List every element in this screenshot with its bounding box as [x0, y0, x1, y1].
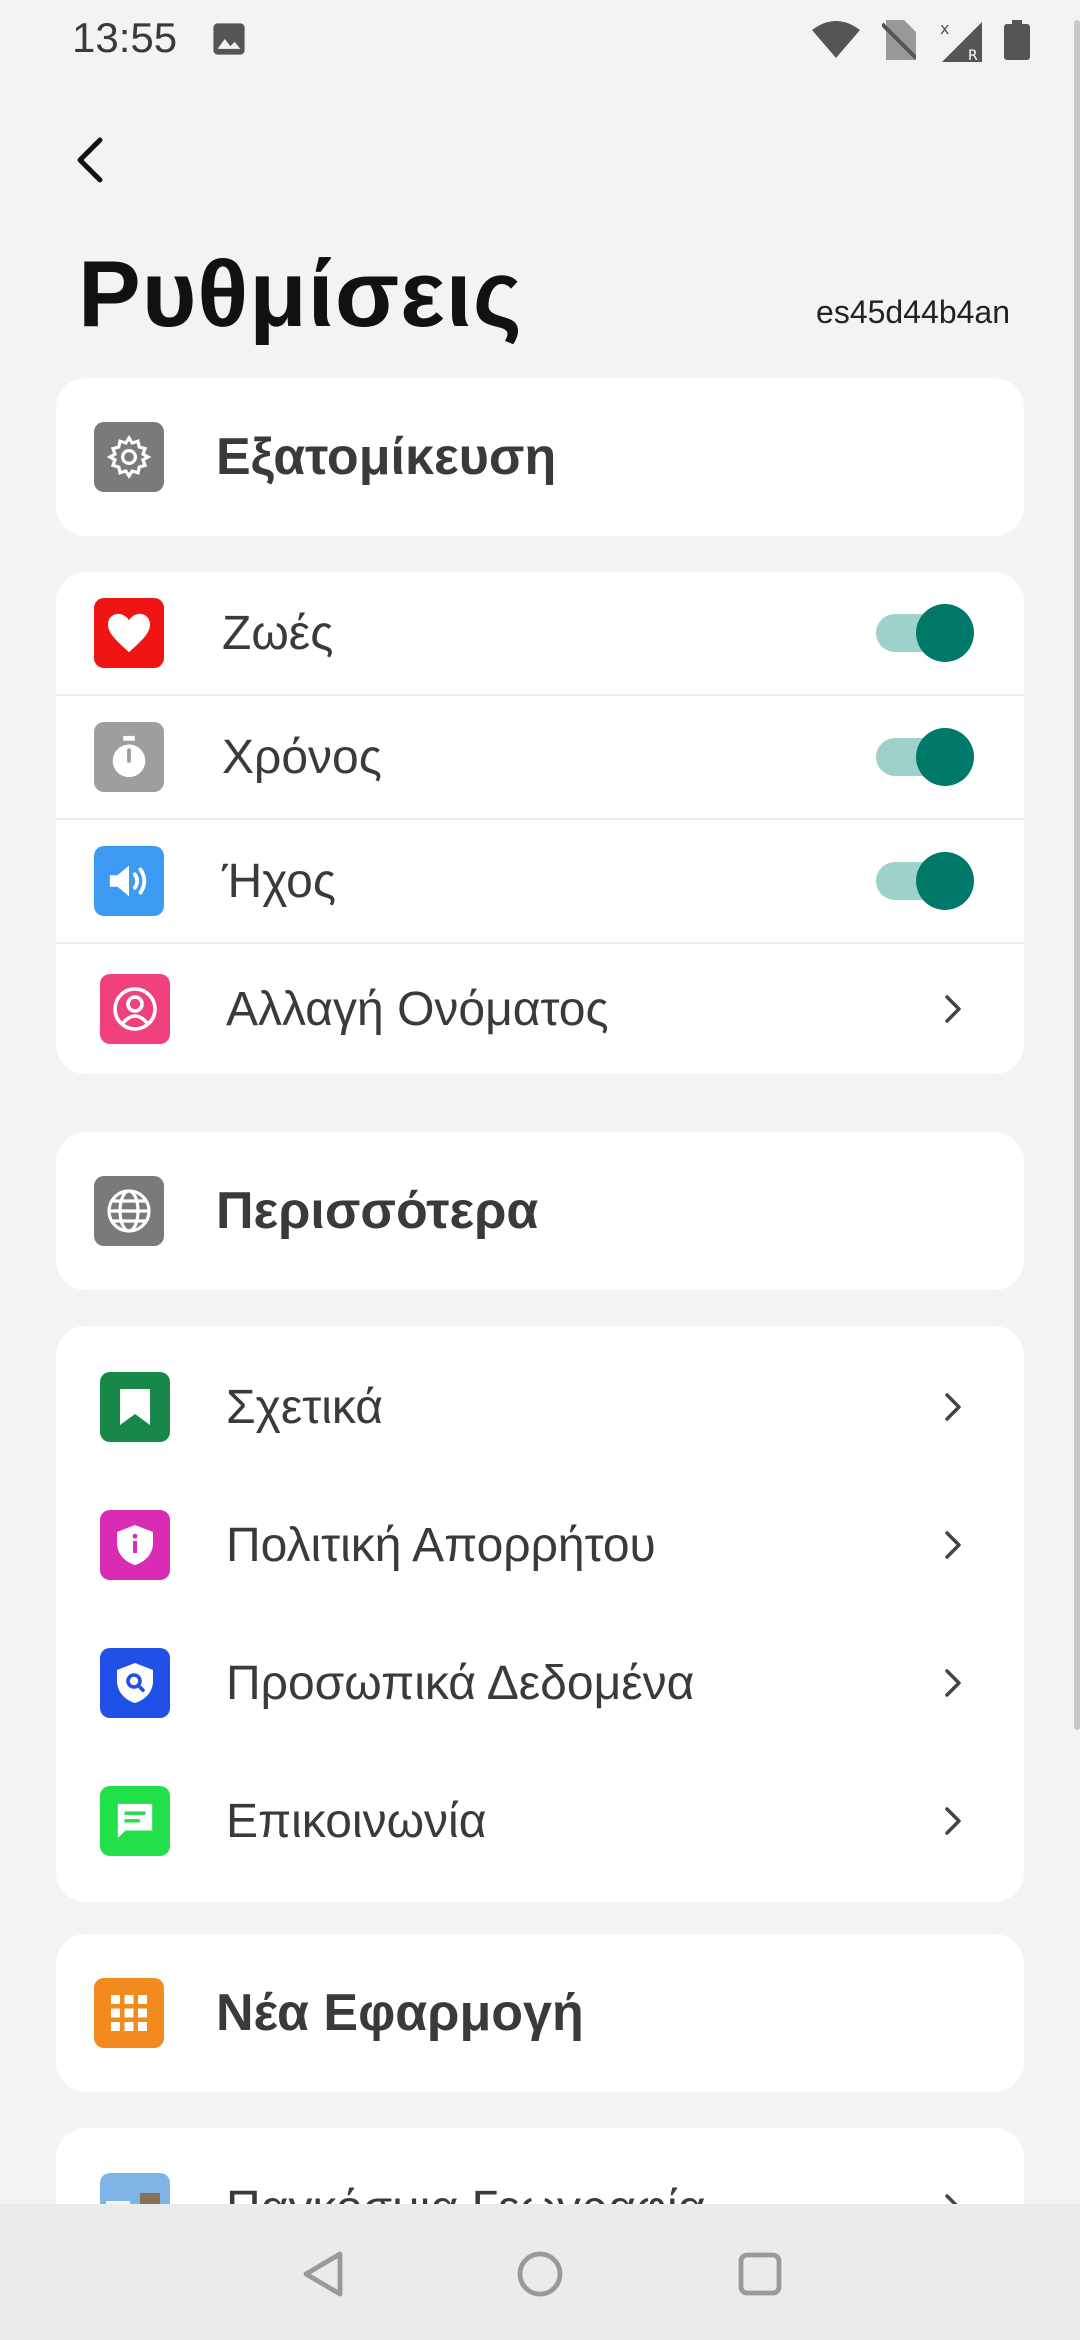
wifi-icon [812, 21, 860, 58]
chevron-right-icon [945, 1393, 961, 1421]
device-id: es45d44b4an [816, 294, 1010, 330]
contact-row[interactable]: Επικοινωνία [56, 1752, 1024, 1890]
about-row[interactable]: Σχετικά [56, 1338, 1024, 1476]
gear-icon [94, 422, 164, 492]
new-app-header-card: Νέα Εφαρμογή [56, 1934, 1024, 2092]
time-label: Χρόνος [222, 730, 382, 784]
page-title: Ρυθμίσεις [78, 241, 523, 346]
new-app-title: Νέα Εφαρμογή [216, 1984, 584, 2042]
no-sim-icon [882, 20, 916, 60]
chevron-right-icon [945, 1807, 961, 1835]
more-header-card: Περισσότερα [56, 1132, 1024, 1290]
navigation-bar [0, 2204, 1080, 2340]
back-arrow-icon[interactable] [62, 130, 122, 190]
settings-card: Ζωές Χρόνος Ήχος Αλλαγή Ονόματος [56, 572, 1024, 1074]
chevron-right-icon [945, 1669, 961, 1697]
time-row[interactable]: Χρόνος [56, 696, 1024, 820]
home-nav-icon[interactable] [514, 2248, 566, 2300]
svg-text:R: R [968, 48, 978, 62]
image-notification-icon [213, 23, 245, 55]
svg-text:x: x [940, 19, 949, 38]
signal-icon: x R [940, 19, 982, 62]
change-name-label: Αλλαγή Ονόματος [226, 982, 609, 1036]
personalization-title: Εξατομίκευση [216, 428, 557, 486]
personal-data-label: Προσωπικά Δεδομένα [226, 1656, 695, 1710]
user-icon [100, 974, 170, 1044]
about-label: Σχετικά [226, 1380, 384, 1434]
heart-icon [94, 598, 164, 668]
chevron-right-icon [945, 1531, 961, 1559]
personalization-header-card: Εξατομίκευση [56, 378, 1024, 536]
lives-row[interactable]: Ζωές [56, 572, 1024, 696]
grid-icon [94, 1978, 164, 2048]
status-time: 13:55 [72, 14, 178, 61]
sound-label: Ήχος [222, 854, 336, 908]
lives-label: Ζωές [222, 606, 334, 660]
personal-data-row[interactable]: Προσωπικά Δεδομένα [56, 1614, 1024, 1752]
globe-icon [94, 1176, 164, 1246]
back-nav-icon[interactable] [298, 2248, 350, 2300]
battery-icon [1004, 20, 1030, 60]
status-bar: 13:55 x R [0, 0, 1080, 80]
shield-search-icon [100, 1648, 170, 1718]
lives-toggle[interactable] [876, 604, 974, 662]
sound-row[interactable]: Ήχος [56, 820, 1024, 944]
privacy-row[interactable]: Πολιτική Απορρήτου [56, 1476, 1024, 1614]
chat-icon [100, 1786, 170, 1856]
sound-toggle[interactable] [876, 852, 974, 910]
stopwatch-icon [94, 722, 164, 792]
links-card: Σχετικά Πολιτική Απορρήτου Προσωπικά Δεδ… [56, 1326, 1024, 1902]
contact-label: Επικοινωνία [226, 1794, 487, 1848]
bookmark-icon [100, 1372, 170, 1442]
recents-nav-icon[interactable] [734, 2248, 786, 2300]
change-name-row[interactable]: Αλλαγή Ονόματος [56, 944, 1024, 1074]
speaker-icon [94, 846, 164, 916]
privacy-label: Πολιτική Απορρήτου [226, 1518, 656, 1572]
time-toggle[interactable] [876, 728, 974, 786]
more-title: Περισσότερα [216, 1182, 539, 1240]
shield-info-icon [100, 1510, 170, 1580]
scrollbar[interactable] [1074, 20, 1080, 1730]
chevron-right-icon [945, 995, 961, 1023]
